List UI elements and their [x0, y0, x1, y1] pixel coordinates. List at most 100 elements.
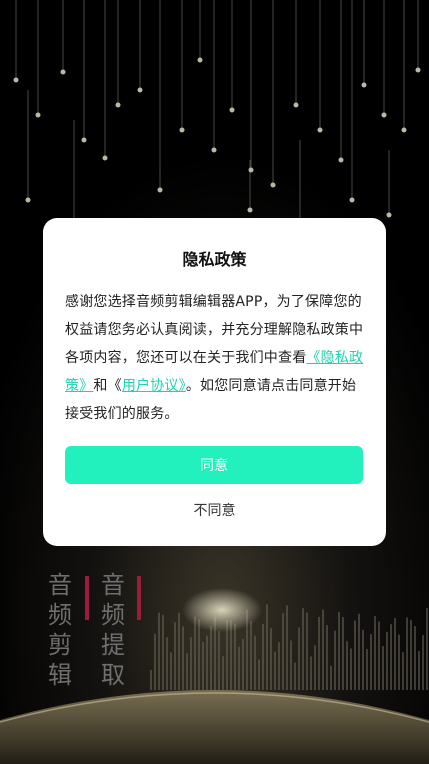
- eq-bar: [166, 637, 168, 690]
- eq-bar: [198, 619, 200, 690]
- eq-bar: [326, 625, 328, 690]
- eq-bar: [398, 634, 400, 690]
- brand-char: 提: [101, 631, 125, 659]
- light-drop: [361, 82, 367, 88]
- eq-bar: [274, 651, 276, 690]
- brand-right-column: 音 频 提 取: [100, 570, 126, 690]
- light-drop: [60, 69, 66, 75]
- light-drop: [415, 67, 421, 73]
- light-drop: [25, 197, 31, 203]
- eq-bar: [338, 612, 340, 690]
- brand-char: 音: [48, 571, 72, 599]
- eq-bar: [194, 616, 196, 690]
- eq-bar: [286, 605, 288, 690]
- light-drop: [197, 57, 203, 63]
- eq-bar: [262, 623, 264, 690]
- eq-bar: [346, 641, 348, 690]
- light-drop: [381, 112, 387, 118]
- eq-bar: [410, 620, 412, 690]
- eq-bar: [334, 630, 336, 690]
- brand-char: 取: [101, 661, 125, 689]
- eq-bar: [302, 608, 304, 690]
- eq-bar: [150, 670, 152, 690]
- eq-bar: [162, 614, 164, 690]
- eq-bar: [158, 612, 160, 690]
- disagree-button[interactable]: 不同意: [65, 494, 364, 528]
- eq-bar: [186, 653, 188, 690]
- brand-char: 音: [101, 571, 125, 599]
- eq-bar: [378, 621, 380, 690]
- brand-char: 辑: [48, 661, 72, 689]
- eq-bar: [414, 626, 416, 690]
- eq-bar: [370, 634, 372, 690]
- eq-bar: [218, 631, 220, 690]
- eq-bar: [206, 635, 208, 690]
- brand-bar-right: [137, 576, 141, 620]
- light-drop: [102, 155, 108, 161]
- eq-bar: [170, 652, 172, 690]
- brand-left-column: 音 频 剪 辑: [47, 570, 73, 690]
- eq-bar: [422, 635, 424, 690]
- eq-bar: [182, 626, 184, 690]
- eq-bar: [290, 640, 292, 690]
- brand-char: 频: [101, 601, 125, 629]
- eq-bar: [358, 613, 360, 690]
- dialog-body: 感谢您选择音频剪辑编辑器APP，为了保障您的权益请您务必认真阅读，并充分理解隐私…: [65, 288, 364, 428]
- eq-bar: [298, 627, 300, 690]
- eq-bar: [266, 604, 268, 690]
- eq-bar: [294, 662, 296, 690]
- eq-bar: [306, 612, 308, 690]
- light-drop: [338, 157, 344, 163]
- privacy-dialog: 隐私政策 感谢您选择音频剪辑编辑器APP，为了保障您的权益请您务必认真阅读，并充…: [43, 218, 386, 546]
- eq-bar: [242, 638, 244, 690]
- eq-bar: [238, 646, 240, 690]
- eq-bar: [350, 648, 352, 690]
- eq-bar: [394, 618, 396, 690]
- eq-bar: [210, 626, 212, 690]
- eq-bar: [362, 629, 364, 690]
- eq-bar: [258, 659, 260, 690]
- eq-bar: [366, 648, 368, 690]
- brand-bar-left: [85, 576, 89, 620]
- body-text-and: 和《: [93, 378, 122, 394]
- eq-bar: [190, 637, 192, 690]
- light-drop: [211, 147, 217, 153]
- eq-bar: [178, 612, 180, 690]
- agree-button[interactable]: 同意: [65, 446, 363, 484]
- light-drop: [35, 112, 41, 118]
- light-drop: [349, 197, 355, 203]
- light-drop: [13, 77, 19, 83]
- light-drop: [137, 87, 143, 93]
- light-drop: [157, 187, 163, 193]
- eq-bar: [354, 620, 356, 690]
- eq-bar: [154, 633, 156, 690]
- eq-bar: [254, 635, 256, 690]
- dialog-title: 隐私政策: [182, 250, 247, 269]
- light-drop: [317, 127, 323, 133]
- eq-bar: [330, 665, 332, 690]
- brand-char: 频: [48, 601, 72, 629]
- light-drop: [293, 102, 299, 108]
- eq-bar: [426, 607, 428, 690]
- eq-bar: [406, 617, 408, 690]
- light-drop: [386, 212, 392, 218]
- eq-bar: [174, 622, 176, 690]
- eq-bar: [270, 628, 272, 690]
- eq-bar: [318, 616, 320, 690]
- eq-bar: [322, 609, 324, 690]
- light-drop: [401, 127, 407, 133]
- eq-bar: [342, 617, 344, 690]
- light-drop: [247, 207, 253, 213]
- eq-bar: [386, 631, 388, 690]
- light-drop: [248, 167, 254, 173]
- eq-bar: [282, 613, 284, 690]
- light-drop: [179, 127, 185, 133]
- light-drop: [81, 137, 87, 143]
- light-drop: [270, 182, 276, 188]
- eq-bar: [374, 616, 376, 690]
- eq-bar: [250, 621, 252, 690]
- user-agreement-link[interactable]: 用户协议》: [122, 378, 186, 394]
- eq-bar: [310, 656, 312, 690]
- eq-bar: [234, 623, 236, 690]
- eq-bar: [382, 646, 384, 690]
